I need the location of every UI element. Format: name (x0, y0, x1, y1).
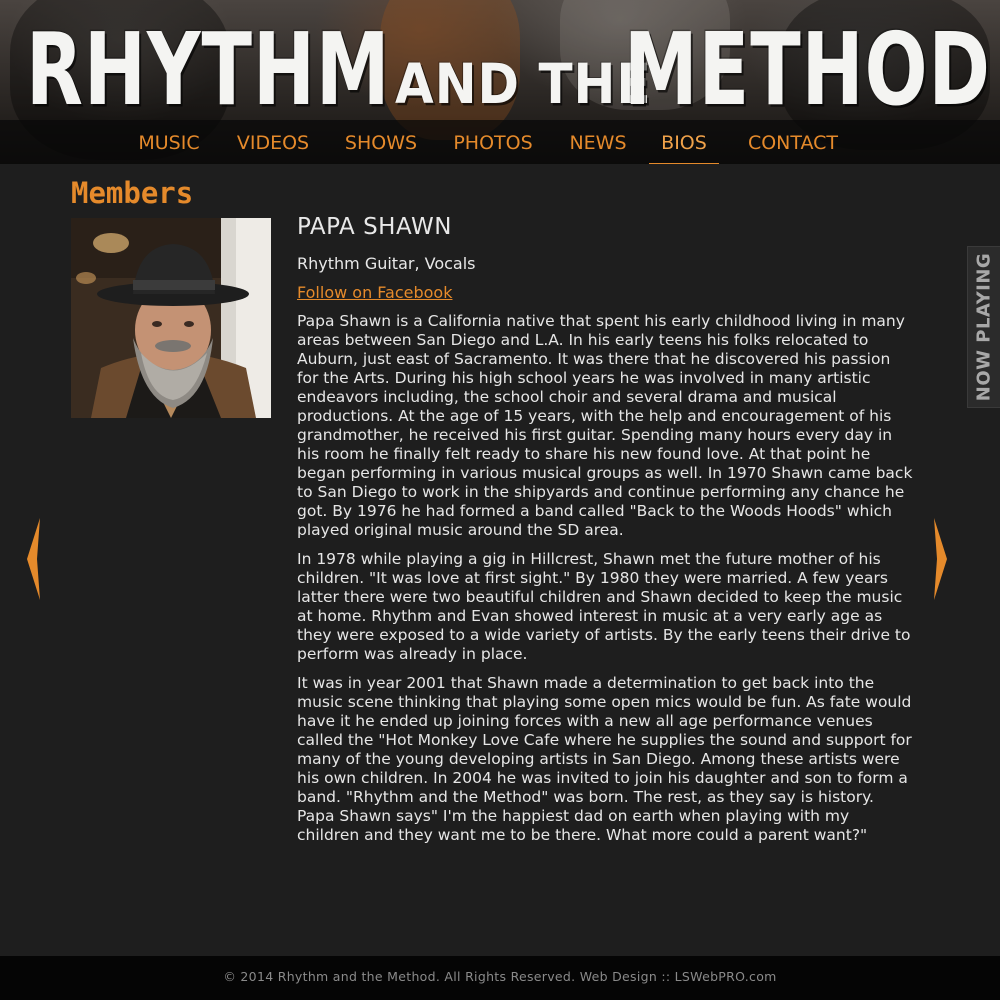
member-bio: PAPA SHAWN Rhythm Guitar, Vocals Follow … (297, 214, 913, 855)
nav-item-music[interactable]: MUSIC (130, 120, 208, 164)
bio-paragraph: Papa Shawn is a California native that s… (297, 312, 913, 539)
nav-item-bios[interactable]: BIOS (649, 120, 719, 164)
page-title: Members (71, 176, 194, 210)
site-header: RHYTHM AND THE METHOD MUSIC VIDEOS SHOWS… (0, 0, 1000, 164)
triangle-right-icon (934, 518, 947, 600)
band-logo[interactable]: RHYTHM AND THE METHOD (26, 4, 990, 129)
nav-item-shows[interactable]: SHOWS (338, 120, 424, 164)
nav-item-photos[interactable]: PHOTOS (444, 120, 542, 164)
now-playing-label: NOW PLAYING (973, 252, 995, 402)
bio-paragraph: It was in year 2001 that Shawn made a de… (297, 674, 912, 844)
next-member-button[interactable] (932, 518, 948, 600)
member-photo (71, 218, 271, 418)
previous-member-button[interactable] (26, 518, 42, 600)
footer-copyright: © 2014 Rhythm and the Method. All Rights… (223, 969, 777, 984)
band-name-right: METHOD (624, 12, 991, 129)
triangle-left-icon (27, 518, 40, 600)
member-name: PAPA SHAWN (297, 214, 452, 240)
facebook-link[interactable]: Follow on Facebook (297, 283, 452, 302)
nav-item-videos[interactable]: VIDEOS (228, 120, 318, 164)
member-role: Rhythm Guitar, Vocals (297, 254, 476, 273)
main-nav: MUSIC VIDEOS SHOWS PHOTOS NEWS BIOS CONT… (0, 120, 1000, 164)
nav-item-news[interactable]: NEWS (562, 120, 634, 164)
bio-paragraph: In 1978 while playing a gig in Hillcrest… (297, 550, 911, 663)
now-playing-tab[interactable]: NOW PLAYING (967, 246, 1000, 408)
band-name-middle: AND THE (395, 52, 652, 117)
site-footer: © 2014 Rhythm and the Method. All Rights… (0, 956, 1000, 1000)
nav-item-contact[interactable]: CONTACT (738, 120, 848, 164)
band-name-left: RHYTHM (26, 12, 391, 129)
